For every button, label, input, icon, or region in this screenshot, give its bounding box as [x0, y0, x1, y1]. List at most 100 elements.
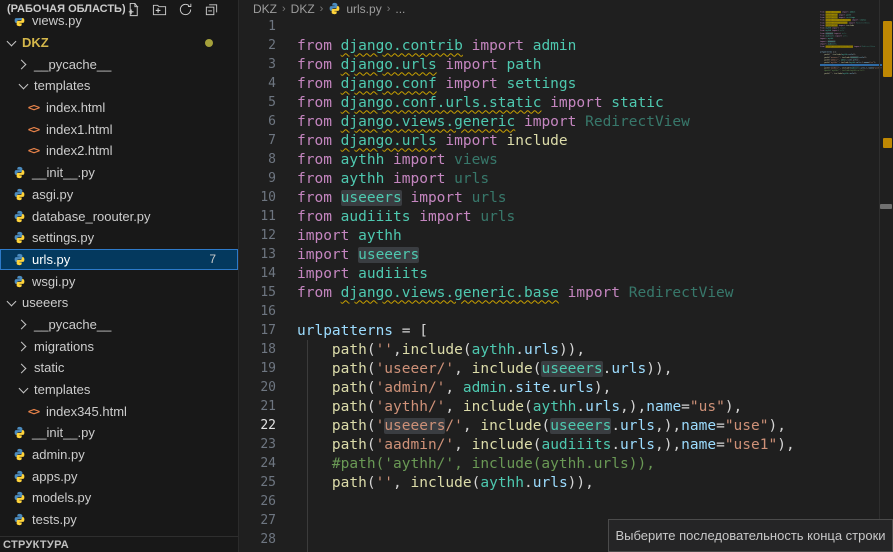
line-number[interactable]: 28 — [239, 532, 276, 547]
tree-item--init-py[interactable]: __init__.py — [0, 422, 238, 444]
tree-item-models-py[interactable]: models.py — [0, 487, 238, 509]
tree-item-templates[interactable]: templates — [0, 379, 238, 401]
file-tree: views.pyDKZ__pycache__templates<>index.h… — [0, 10, 238, 531]
code-line-19[interactable]: 19 path('useeer/', include(useeers.urls)… — [239, 359, 893, 378]
minimap[interactable]: from django.contrib import adminfrom dja… — [820, 8, 882, 178]
code-line-13[interactable]: 13import useeers — [239, 245, 893, 264]
collapse-all-icon[interactable] — [203, 1, 220, 18]
line-number[interactable]: 26 — [239, 494, 276, 509]
line-number[interactable]: 21 — [239, 399, 276, 414]
code-line-6[interactable]: 6from django.views.generic import Redire… — [239, 112, 893, 131]
code-line-18[interactable]: 18 path('',include(aythh.urls)), — [239, 340, 893, 359]
code-line-26[interactable]: 26 — [239, 492, 893, 511]
tree-item-useeers[interactable]: useeers — [0, 292, 238, 314]
line-number[interactable]: 2 — [239, 38, 276, 53]
code-line-8[interactable]: 8from aythh import views — [239, 150, 893, 169]
line-number[interactable]: 27 — [239, 513, 276, 528]
tree-item-index1-html[interactable]: <>index1.html — [0, 118, 238, 140]
tree-item--pycache-[interactable]: __pycache__ — [0, 53, 238, 75]
line-number[interactable]: 14 — [239, 266, 276, 281]
new-file-icon[interactable] — [125, 1, 142, 18]
python-file-icon — [12, 447, 27, 462]
tree-item-urls-py[interactable]: urls.py 7 — [0, 249, 238, 271]
code-line-15[interactable]: 15from django.views.generic.base import … — [239, 283, 893, 302]
line-number[interactable]: 23 — [239, 437, 276, 452]
tree-item-admin-py[interactable]: admin.py — [0, 444, 238, 466]
line-number[interactable]: 24 — [239, 456, 276, 471]
line-number[interactable]: 20 — [239, 380, 276, 395]
code-line-21[interactable]: 21 path('aythh/', include(aythh.urls,),n… — [239, 397, 893, 416]
tree-item--init-py[interactable]: __init__.py — [0, 162, 238, 184]
line-number[interactable]: 10 — [239, 190, 276, 205]
tree-item-label: urls.py — [32, 252, 70, 267]
tree-item-index345-html[interactable]: <>index345.html — [0, 400, 238, 422]
line-number[interactable]: 11 — [239, 209, 276, 224]
code-line-17[interactable]: 17urlpatterns = [ — [239, 321, 893, 340]
line-number[interactable]: 25 — [239, 475, 276, 490]
code-line-20[interactable]: 20 path('admin/', admin.site.urls), — [239, 378, 893, 397]
overview-ruler-scrollbar[interactable] — [879, 0, 893, 552]
line-number[interactable]: 12 — [239, 228, 276, 243]
tree-item-templates[interactable]: templates — [0, 75, 238, 97]
code-line-22[interactable]: 22 path('useeers/', include(useeers.urls… — [239, 416, 893, 435]
ruler-marker — [880, 204, 892, 209]
vscode-window: (РАБОЧАЯ ОБЛАСТЬ) ... views.pyDKZ__pycac… — [0, 0, 893, 552]
line-number[interactable]: 4 — [239, 76, 276, 91]
code-line-10[interactable]: 10 from useeers import urls — [239, 188, 893, 207]
code-line-9[interactable]: 9from aythh import urls — [239, 169, 893, 188]
line-number[interactable]: 8 — [239, 152, 276, 167]
explorer-section-header[interactable]: (РАБОЧАЯ ОБЛАСТЬ) ... — [0, 0, 238, 18]
code-line-5[interactable]: 5from django.conf.urls.static import sta… — [239, 93, 893, 112]
line-number[interactable]: 1 — [239, 19, 276, 34]
chevron-right-icon — [16, 317, 30, 331]
tree-item-index2-html[interactable]: <>index2.html — [0, 140, 238, 162]
code-line-7[interactable]: 7from django.urls import include — [239, 131, 893, 150]
code-line-12[interactable]: 12import aythh — [239, 226, 893, 245]
line-number[interactable]: 15 — [239, 285, 276, 300]
code-line-4[interactable]: 4from django.conf import settings — [239, 74, 893, 93]
line-number[interactable]: 6 — [239, 114, 276, 129]
breadcrumb-item[interactable]: urls.py — [346, 2, 381, 16]
code-line-16[interactable]: 16 — [239, 302, 893, 321]
code-line-25[interactable]: 25 path('', include(aythh.urls)), — [239, 473, 893, 492]
breadcrumb-item[interactable]: DKZ — [253, 2, 277, 16]
tree-item-settings-py[interactable]: settings.py — [0, 227, 238, 249]
line-number[interactable]: 3 — [239, 57, 276, 72]
tree-item-label: useeers — [22, 295, 68, 310]
tree-item-tests-py[interactable]: tests.py — [0, 509, 238, 531]
line-number[interactable]: 13 — [239, 247, 276, 262]
outline-section-header[interactable]: СТРУКТУРА — [0, 536, 238, 552]
tree-item-static[interactable]: static — [0, 357, 238, 379]
tree-item-index-html[interactable]: <>index.html — [0, 97, 238, 119]
tree-item-migrations[interactable]: migrations — [0, 335, 238, 357]
problems-badge: 7 — [209, 252, 216, 266]
line-number[interactable]: 5 — [239, 95, 276, 110]
tree-item-apps-py[interactable]: apps.py — [0, 465, 238, 487]
line-number[interactable]: 9 — [239, 171, 276, 186]
code-text: from useeers import urls — [297, 190, 507, 206]
code-line-3[interactable]: 3from django.urls import path — [239, 55, 893, 74]
breadcrumb-item[interactable]: ... — [395, 2, 405, 16]
code-line-14[interactable]: 14import audiiits — [239, 264, 893, 283]
tree-item-asgi-py[interactable]: asgi.py — [0, 184, 238, 206]
line-number[interactable]: 18 — [239, 342, 276, 357]
code-line-24[interactable]: 24 #path('aythh/', include(aythh.urls)), — [239, 454, 893, 473]
line-number[interactable]: 19 — [239, 361, 276, 376]
line-number[interactable]: 22 — [239, 418, 276, 433]
refresh-icon[interactable] — [177, 1, 194, 18]
code-line-23[interactable]: 23 path('aadmin/', include(audiiits.urls… — [239, 435, 893, 454]
code-line-11[interactable]: 11from audiiits import urls — [239, 207, 893, 226]
tree-item-dkz[interactable]: DKZ — [0, 32, 238, 54]
breadcrumb-item[interactable]: DKZ — [291, 2, 315, 16]
line-number[interactable]: 16 — [239, 304, 276, 319]
code-line-1[interactable]: 1 — [239, 17, 893, 36]
code-line-2[interactable]: 2from django.contrib import admin — [239, 36, 893, 55]
tree-item--pycache-[interactable]: __pycache__ — [0, 314, 238, 336]
code-area[interactable]: 12from django.contrib import admin3from … — [239, 17, 893, 549]
tree-item-wsgi-py[interactable]: wsgi.py — [0, 270, 238, 292]
tree-item-database-roouter-py[interactable]: database_roouter.py — [0, 205, 238, 227]
line-number[interactable]: 7 — [239, 133, 276, 148]
new-folder-icon[interactable] — [151, 1, 168, 18]
tooltip-text: Выберите последовательность конца строки — [615, 528, 885, 543]
line-number[interactable]: 17 — [239, 323, 276, 338]
